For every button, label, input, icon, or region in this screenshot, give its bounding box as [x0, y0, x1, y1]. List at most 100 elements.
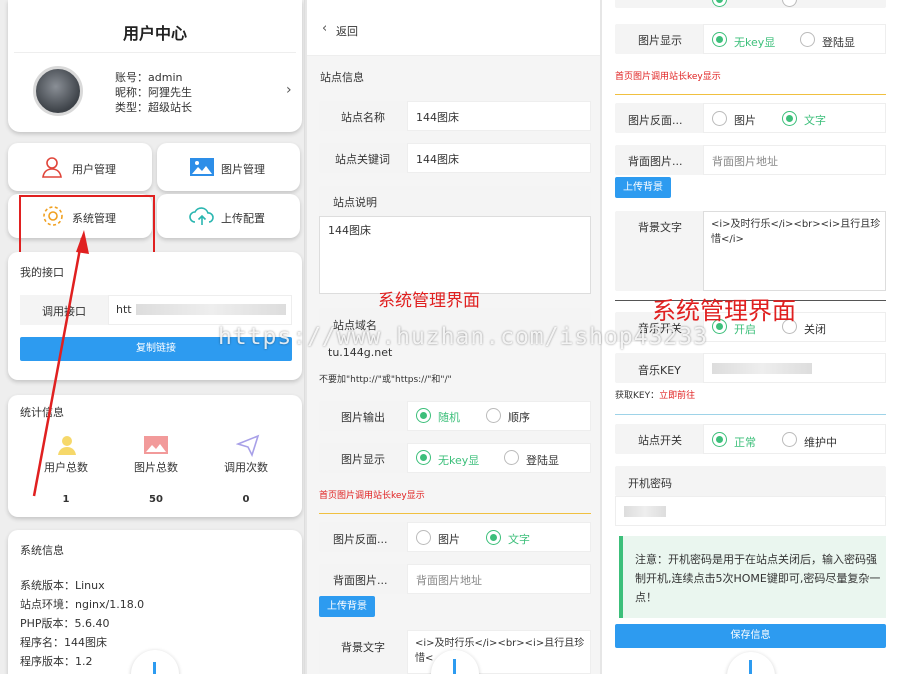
radio-label: 正常 — [734, 436, 756, 449]
radio-label: 随机 — [438, 411, 460, 424]
site-switch-label: 站点开关 — [638, 434, 682, 447]
picture-icon — [144, 436, 168, 454]
bg-text-label: 背景文字 — [638, 221, 682, 234]
users-icon — [58, 436, 76, 455]
image-icon — [190, 158, 214, 176]
save-button[interactable]: 保存信息 — [615, 624, 886, 648]
radio-image[interactable] — [416, 530, 431, 545]
caption-small: 系统管理界面 — [378, 291, 480, 311]
divider — [615, 94, 886, 95]
back-face-label: 图片反面... — [628, 114, 683, 127]
menu-label: 图片管理 — [221, 163, 265, 176]
radio-label: 图片 — [438, 533, 460, 546]
partial-row — [615, 0, 886, 8]
blurred-text — [624, 506, 666, 517]
avatar — [33, 66, 83, 116]
radio-nokey[interactable] — [712, 32, 727, 47]
notice-box: 注意：开机密码是用于在站点关闭后，输入密码强制开机,连续点击5次HOME键即可,… — [619, 536, 886, 618]
menu-user-manage[interactable]: 用户管理 — [8, 143, 152, 191]
caption-large: 系统管理界面 — [652, 297, 796, 325]
divider — [14, 52, 296, 53]
section-title: 我的接口 — [20, 266, 64, 279]
radio-sequential[interactable] — [486, 408, 501, 423]
blurred-text — [712, 363, 812, 374]
boot-password-label: 开机密码 — [628, 477, 672, 490]
chevron-right-icon[interactable]: › — [286, 82, 292, 98]
bg-image-placeholder: 背面图片地址 — [712, 155, 778, 168]
radio-label: 登陆显 — [526, 454, 559, 467]
radio-label: 无key显 — [438, 454, 480, 467]
menu-upload-config[interactable]: 上传配置 — [157, 194, 300, 238]
menu-label: 用户管理 — [72, 163, 116, 176]
watermark: https://www.huzhan.com/ishop43233 — [218, 324, 708, 350]
plus-icon — [153, 662, 156, 674]
site-desc-label: 站点说明 — [333, 196, 377, 209]
get-key-prefix: 获取KEY： — [615, 391, 660, 401]
get-key-link[interactable]: 立即前往 — [659, 391, 695, 401]
radio-login[interactable] — [504, 450, 519, 465]
stat-label: 图片总数 — [134, 461, 178, 474]
section-title: 统计信息 — [20, 406, 64, 419]
notice-text: 注意：开机密码是用于在站点关闭后，输入密码强制开机,连续点击5次HOME键即可,… — [635, 553, 881, 604]
user-type-text: 类型：超级站长 — [115, 101, 192, 114]
section-title: 站点信息 — [320, 71, 364, 84]
radio-label: 维护中 — [804, 436, 837, 449]
radio-normal[interactable] — [712, 432, 727, 447]
site-keyword-value: 144图床 — [416, 153, 459, 166]
bg-image-label: 背面图片... — [333, 574, 388, 587]
stat-value: 1 — [62, 494, 70, 505]
api-label: 调用接口 — [42, 305, 86, 318]
radio-label: 登陆显 — [822, 36, 855, 49]
radio-text[interactable] — [486, 530, 501, 545]
display-options — [407, 443, 591, 473]
stat-label: 调用次数 — [224, 461, 268, 474]
sys-line: 程序版本：1.2 — [20, 655, 93, 668]
radio-image[interactable] — [712, 111, 727, 126]
display-label: 图片显示 — [341, 453, 385, 466]
bg-text-label: 背景文字 — [341, 641, 385, 654]
stat-label: 用户总数 — [44, 461, 88, 474]
bg-text-value: <i>及时行乐</i><br><i>且行且珍惜</i> — [711, 219, 881, 245]
blurred-text — [136, 304, 286, 315]
divider — [319, 513, 591, 514]
upload-bg-button[interactable]: 上传背景 — [319, 596, 375, 617]
sys-line: 站点环境：nginx/1.18.0 — [20, 598, 145, 611]
back-arrow-icon[interactable]: ‹ — [322, 21, 327, 36]
display-hint: 首页图片调用站长key显示 — [615, 72, 721, 82]
menu-image-manage[interactable]: 图片管理 — [157, 143, 300, 191]
radio-random[interactable] — [416, 408, 431, 423]
back-face-label: 图片反面... — [333, 533, 388, 546]
nickname-text: 昵称：阿狸先生 — [115, 86, 192, 99]
radio-label: 无key显 — [734, 36, 776, 49]
send-icon — [236, 434, 260, 457]
user-icon — [42, 157, 62, 178]
display-hint: 首页图片调用站长key显示 — [319, 491, 425, 501]
api-value: htt — [116, 303, 132, 316]
stat-value: 0 — [242, 494, 250, 505]
stat-value: 50 — [149, 494, 163, 505]
account-text: 账号：admin — [115, 71, 183, 84]
radio-nokey[interactable] — [416, 450, 431, 465]
radio-maintenance[interactable] — [782, 432, 797, 447]
sys-line: 系统版本：Linux — [20, 579, 105, 592]
sys-line: 程序名：144图床 — [20, 636, 107, 649]
menu-label: 上传配置 — [221, 212, 265, 225]
radio-text[interactable] — [782, 111, 797, 126]
site-name-value: 144图床 — [416, 111, 459, 124]
music-key-label: 音乐KEY — [638, 364, 681, 377]
site-keyword-label: 站点关键词 — [335, 153, 390, 166]
stats-card: 统计信息 用户总数 图片总数 调用次数 1 50 0 — [8, 395, 302, 517]
radio-login[interactable] — [800, 32, 815, 47]
display-options — [703, 24, 886, 54]
output-label: 图片输出 — [341, 411, 385, 424]
radio-label: 文字 — [804, 114, 826, 127]
upload-bg-button[interactable]: 上传背景 — [615, 177, 671, 198]
radio-label: 图片 — [734, 114, 756, 127]
radio-label: 顺序 — [508, 411, 530, 424]
profile-card[interactable]: 用户中心 账号：admin 昵称：阿狸先生 类型：超级站长 › — [8, 0, 302, 132]
back-link[interactable]: 返回 — [336, 23, 358, 39]
radio-label: 文字 — [508, 533, 530, 546]
get-key-text: 获取KEY：立即前往 — [615, 388, 695, 401]
plus-icon — [749, 660, 752, 674]
bg-image-label: 背面图片... — [628, 155, 683, 168]
